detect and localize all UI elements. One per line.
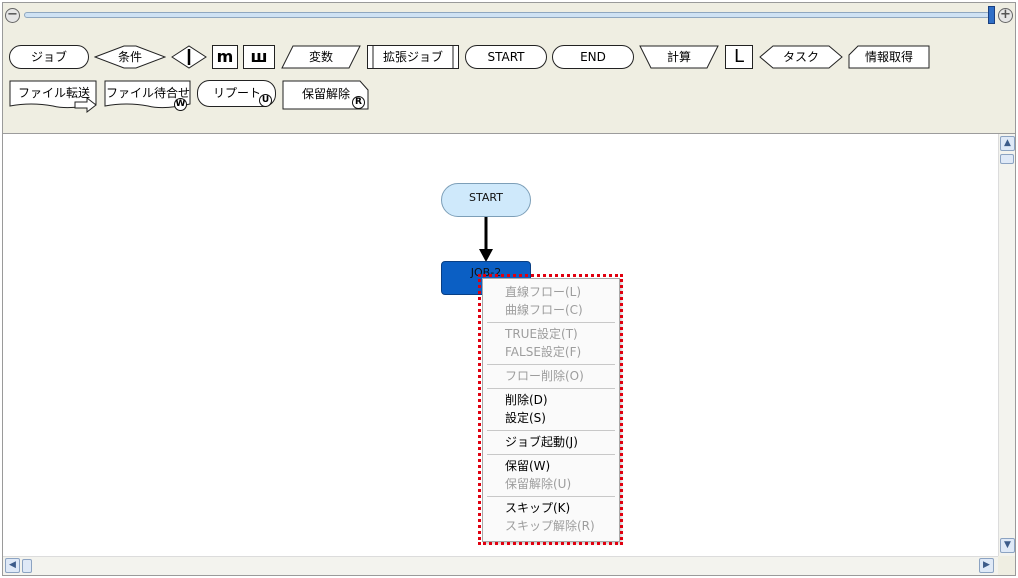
palette-file-wait[interactable]: ファイル待合せ W (104, 80, 192, 114)
menu-start-job[interactable]: ジョブ起動(J) (505, 433, 578, 451)
scroll-right-icon[interactable]: ▶ (979, 558, 994, 573)
release-badge-icon: R (352, 96, 365, 109)
palette-calc[interactable]: 計算 (639, 45, 719, 69)
palette-hold-release[interactable]: 保留解除 R (282, 80, 370, 112)
menu-separator (487, 388, 615, 389)
palette-variable[interactable]: 変数 (281, 45, 361, 69)
toolbar: − + ジョブ 条件 m ш 変数 拡張ジョブ START END 計算 L タ… (3, 3, 1015, 134)
vertical-scrollbar[interactable]: ▲ ▼ (998, 134, 1015, 556)
job-flow-editor: − + ジョブ 条件 m ш 変数 拡張ジョブ START END 計算 L タ… (2, 2, 1016, 576)
menu-delete-flow[interactable]: フロー削除(O) (505, 367, 584, 385)
palette-file-transfer[interactable]: ファイル転送 (9, 80, 99, 114)
palette-parallel-end[interactable]: ш (243, 45, 275, 69)
menu-settings[interactable]: 設定(S) (505, 409, 546, 427)
context-menu: 直線フロー(L) 曲線フロー(C) TRUE設定(T) FALSE設定(F) フ… (482, 278, 620, 542)
start-node[interactable]: START (441, 183, 531, 217)
menu-release-hold[interactable]: 保留解除(U) (505, 475, 571, 493)
palette-start[interactable]: START (465, 45, 547, 69)
menu-delete[interactable]: 削除(D) (505, 391, 548, 409)
flow-arrow[interactable] (473, 217, 499, 263)
menu-separator (487, 496, 615, 497)
menu-release-skip[interactable]: スキップ解除(R) (505, 517, 595, 535)
palette-condition[interactable]: 条件 (94, 45, 166, 69)
scroll-up-icon[interactable]: ▲ (1000, 136, 1015, 151)
palette-loop[interactable]: L (725, 45, 753, 69)
parallel-branch-icon (171, 45, 207, 69)
menu-curved-flow[interactable]: 曲線フロー(C) (505, 301, 583, 319)
palette-parallel-branch[interactable] (171, 45, 207, 69)
menu-false-setting[interactable]: FALSE設定(F) (505, 343, 581, 361)
repeat-badge-icon: U (259, 94, 272, 107)
menu-separator (487, 454, 615, 455)
vertical-scroll-thumb[interactable] (1000, 154, 1014, 164)
flow-canvas[interactable]: START JOB-2 直線フロー(L) 曲線フロー(C) TRUE設定(T) … (3, 134, 999, 554)
menu-separator (487, 430, 615, 431)
menu-separator (487, 322, 615, 323)
menu-straight-flow[interactable]: 直線フロー(L) (505, 283, 581, 301)
zoom-slider-track[interactable] (24, 12, 990, 18)
palette-parallel-start[interactable]: m (212, 45, 238, 69)
palette-extended-job[interactable]: 拡張ジョブ (367, 45, 459, 69)
horizontal-scrollbar[interactable]: ◀ ▶ (3, 556, 999, 575)
palette-job[interactable]: ジョブ (9, 45, 89, 69)
wait-badge-icon: W (174, 98, 187, 111)
palette-info-get[interactable]: 情報取得 (848, 45, 930, 69)
menu-hold[interactable]: 保留(W) (505, 457, 550, 475)
palette-repeat[interactable]: リプート U (197, 80, 277, 110)
zoom-out-icon[interactable]: − (5, 8, 20, 23)
zoom-in-icon[interactable]: + (998, 8, 1013, 23)
scrollbar-corner (998, 556, 1015, 575)
menu-true-setting[interactable]: TRUE設定(T) (505, 325, 578, 343)
menu-separator (487, 364, 615, 365)
scroll-down-icon[interactable]: ▼ (1000, 538, 1015, 553)
scroll-left-icon[interactable]: ◀ (5, 558, 20, 573)
palette-task[interactable]: タスク (759, 45, 843, 69)
menu-skip[interactable]: スキップ(K) (505, 499, 570, 517)
horizontal-scroll-thumb[interactable] (22, 559, 32, 573)
zoom-slider-thumb[interactable] (988, 6, 995, 24)
palette-end[interactable]: END (552, 45, 634, 69)
